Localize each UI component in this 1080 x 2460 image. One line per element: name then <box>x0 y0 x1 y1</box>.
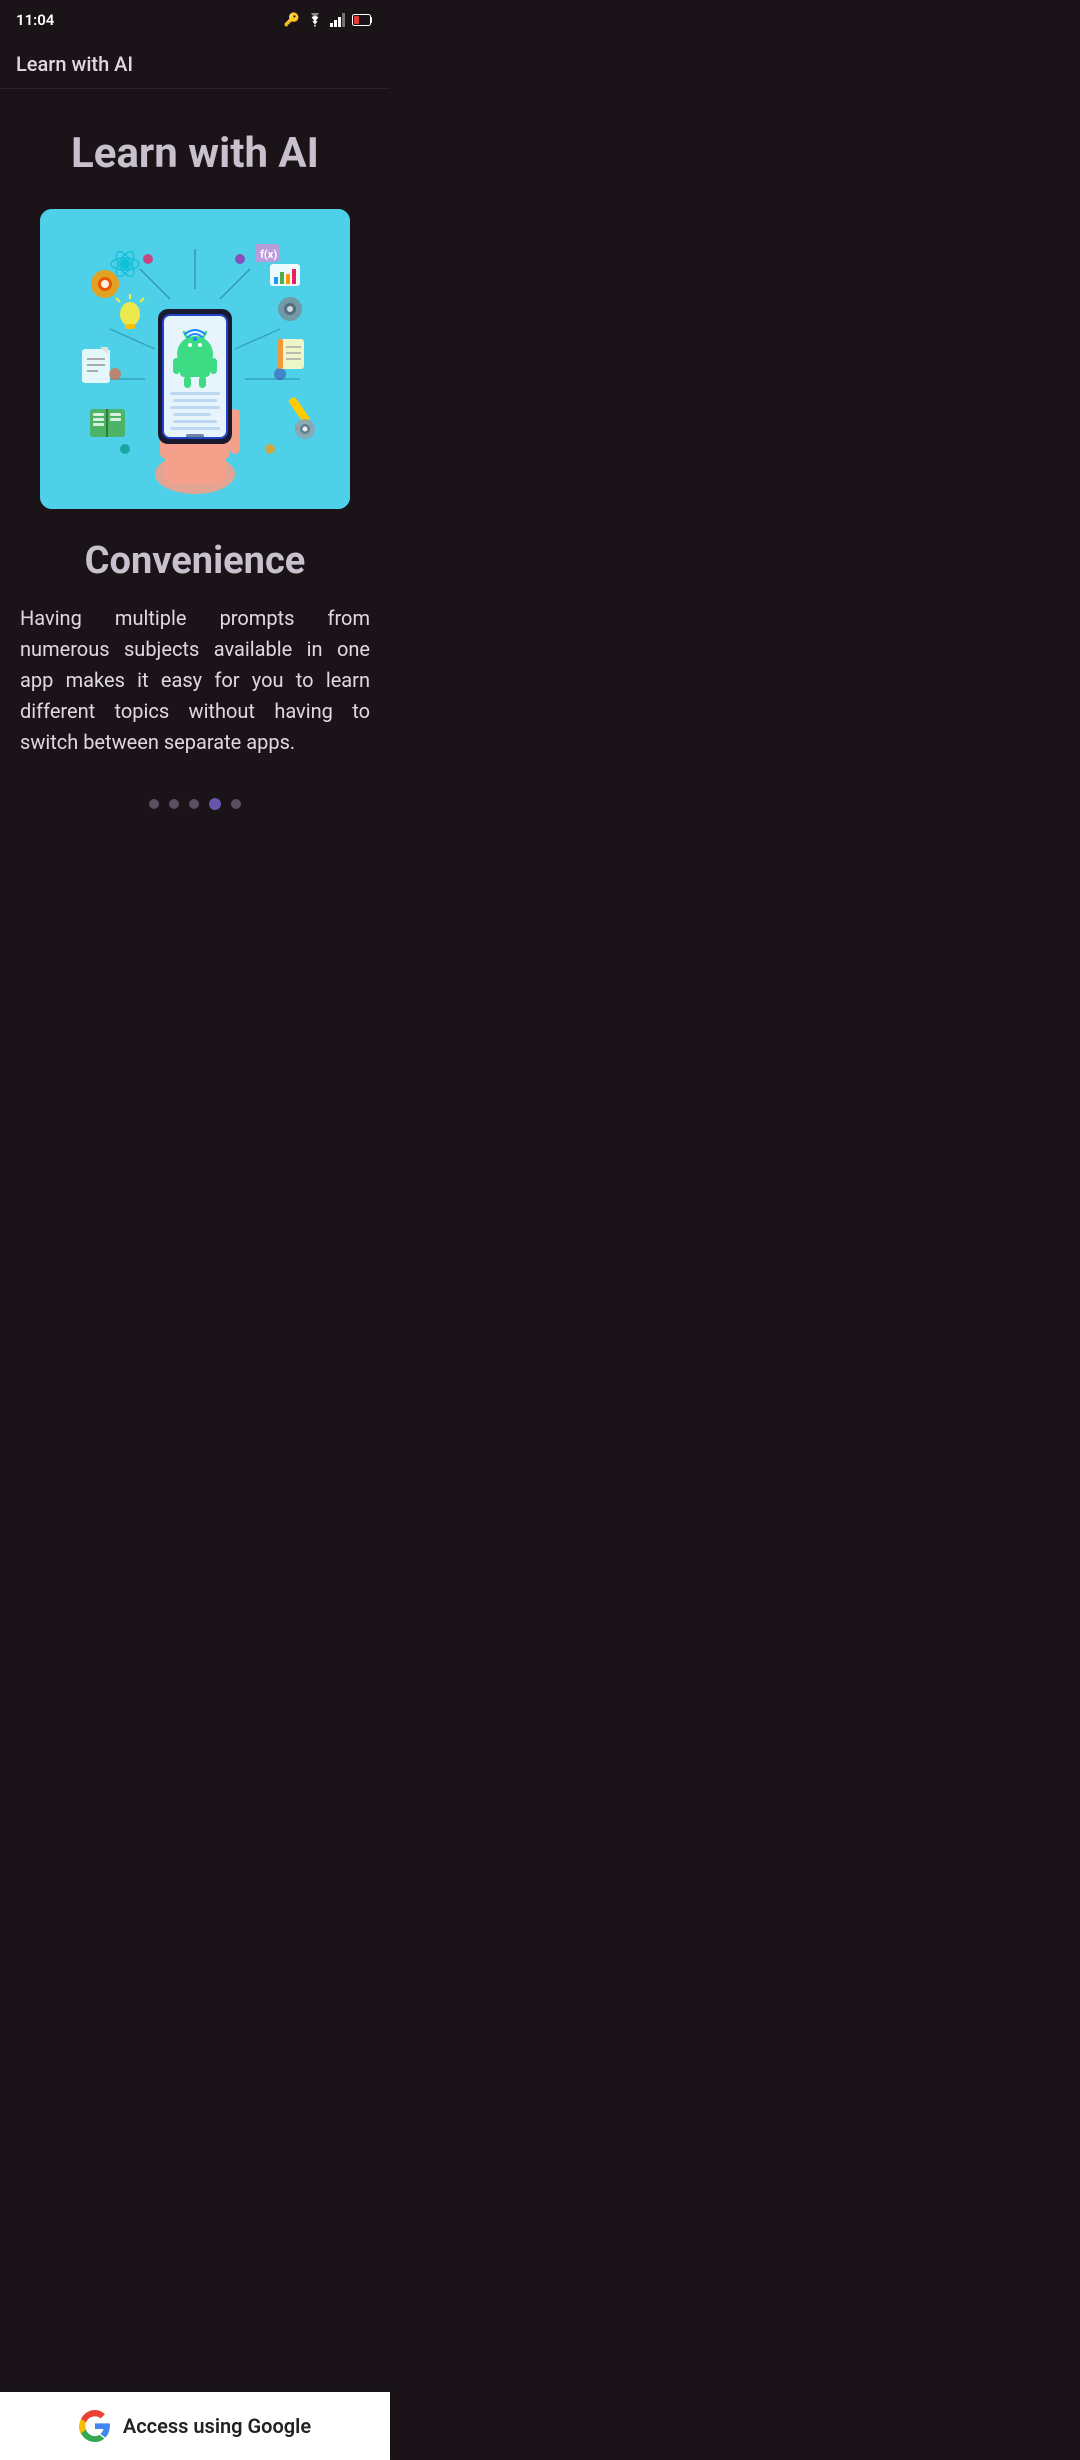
google-logo-icon <box>79 2410 111 2442</box>
dots-indicator <box>149 798 241 810</box>
main-content: Learn with AI <box>0 89 390 930</box>
hero-title: Learn with AI <box>71 129 319 179</box>
dot-2[interactable] <box>169 799 179 809</box>
dot-1[interactable] <box>149 799 159 809</box>
app-bar-title: Learn with AI <box>16 52 133 76</box>
google-button-label: Access using Google <box>123 2414 311 2438</box>
dot-4-active[interactable] <box>209 798 221 810</box>
app-bar: Learn with AI <box>0 40 390 89</box>
section-title: Convenience <box>85 539 306 583</box>
description-text: Having multiple prompts from numerous su… <box>20 603 370 758</box>
illustration-svg: f(x) <box>40 209 350 509</box>
status-time: 11:04 <box>16 11 54 29</box>
dot-3[interactable] <box>189 799 199 809</box>
bottom-bar: Access using Google <box>0 2392 390 2460</box>
illustration-container: f(x) <box>40 209 350 509</box>
status-icons: 🔑 <box>284 13 374 28</box>
lock-icon: 🔑 <box>284 13 300 28</box>
status-bar: 11:04 🔑 <box>0 0 390 40</box>
battery-icon <box>352 14 374 26</box>
dot-5[interactable] <box>231 799 241 809</box>
wifi-icon <box>306 13 324 27</box>
google-access-button[interactable]: Access using Google <box>67 2406 323 2446</box>
svg-text:f(x): f(x) <box>260 248 277 261</box>
signal-icon <box>330 13 346 27</box>
